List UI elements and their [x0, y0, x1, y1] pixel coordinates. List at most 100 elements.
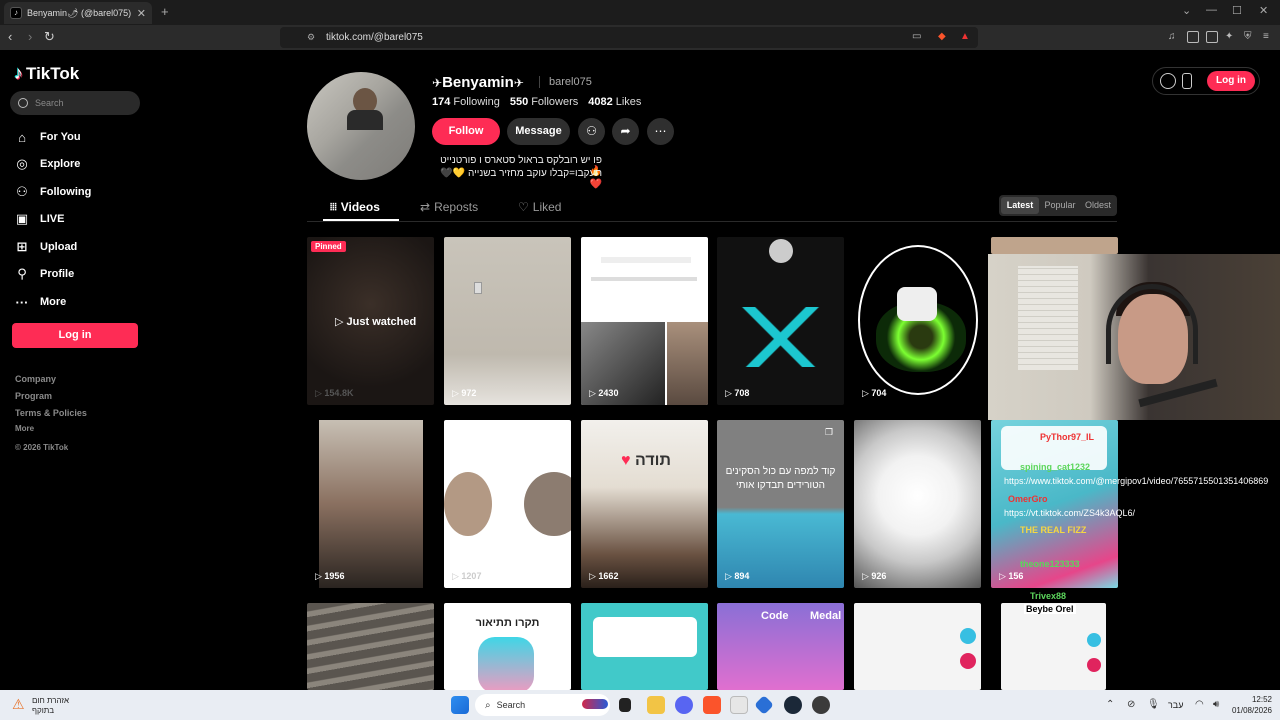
- windows-start-icon[interactable]: [451, 696, 469, 714]
- more-options-icon[interactable]: ⋯: [647, 118, 674, 145]
- dev-app-icon[interactable]: [754, 695, 774, 715]
- site-info-icon[interactable]: ⚙: [307, 32, 315, 43]
- close-window-icon[interactable]: ✕: [1259, 4, 1268, 17]
- nav-profile[interactable]: ⚲ Profile: [14, 266, 74, 282]
- chat-message: https://vt.tiktok.com/ZS4k3AQL6/: [1004, 508, 1136, 518]
- microphone-icon[interactable]: 🎙︎: [1147, 699, 1160, 710]
- menu-icon[interactable]: ≡: [1263, 31, 1269, 42]
- wallet-icon[interactable]: [1206, 31, 1218, 43]
- home-icon: ⌂: [18, 129, 26, 145]
- add-friend-icon[interactable]: ⚇: [578, 118, 605, 145]
- tabs-divider: [307, 221, 1117, 222]
- video-card[interactable]: ▷ 704: [854, 237, 981, 405]
- video-card[interactable]: קוד למפה עם כול הסקינים הטורידים תבדקו א…: [717, 420, 844, 588]
- video-card[interactable]: תודה ♥ ▷ 1662: [581, 420, 708, 588]
- language-indicator[interactable]: עבר: [1168, 700, 1183, 710]
- view-count: ▷ 2430: [589, 388, 619, 398]
- address-bar[interactable]: ⚙ tiktok.com/@barel075: [280, 27, 978, 48]
- footer-program-link[interactable]: Program: [15, 391, 52, 401]
- plus-square-icon: ⊞: [16, 239, 28, 254]
- terminal-icon[interactable]: [619, 698, 631, 712]
- video-card[interactable]: ▷ 926: [854, 420, 981, 588]
- video-caption: תודה ♥: [621, 452, 671, 469]
- leo-ai-icon[interactable]: ✦: [1225, 31, 1233, 42]
- browser-tab[interactable]: ♪ Benyamin🌶 (@barel075) | T ✕: [4, 2, 152, 24]
- video-card[interactable]: [991, 237, 1118, 254]
- nav-live[interactable]: ▣ LIVE: [14, 211, 65, 227]
- sidebar-login-button[interactable]: Log in: [12, 323, 138, 348]
- shoes-icon[interactable]: [582, 699, 608, 709]
- video-card[interactable]: Pinned ▷ Just watched ▷ 154.8K: [307, 237, 434, 405]
- nav-explore[interactable]: ◎ Explore: [14, 156, 80, 172]
- video-card[interactable]: [854, 603, 981, 690]
- chat-user: THE REAL FIZZ: [1020, 525, 1087, 535]
- discord-icon[interactable]: [675, 696, 693, 714]
- nav-more[interactable]: ··· More: [14, 294, 67, 310]
- back-icon[interactable]: ‹: [8, 29, 12, 44]
- steam-icon[interactable]: [784, 696, 802, 714]
- vpn-icon[interactable]: ⛨: [1244, 31, 1252, 42]
- followers-stat[interactable]: 550 Followers: [510, 96, 578, 108]
- nav-upload[interactable]: ⊞ Upload: [14, 239, 78, 255]
- nav-for-you[interactable]: ⌂ For You: [14, 129, 80, 145]
- brave-icon[interactable]: [703, 696, 721, 714]
- tab-search-icon[interactable]: ⌄: [1182, 4, 1191, 17]
- app-icon[interactable]: [730, 696, 748, 714]
- compass-icon[interactable]: [1160, 73, 1176, 89]
- chat-user: theone123333: [1020, 559, 1080, 569]
- video-card[interactable]: [1001, 603, 1106, 690]
- view-count: ▷ 1956: [315, 571, 345, 581]
- footer-company-link[interactable]: Company: [15, 374, 56, 384]
- reload-icon[interactable]: ↻: [44, 29, 55, 45]
- follow-button[interactable]: Follow: [432, 118, 500, 145]
- clock-time[interactable]: 12:52: [1236, 695, 1272, 704]
- forward-icon[interactable]: ›: [28, 29, 32, 44]
- video-card[interactable]: Code Medal: [717, 603, 844, 690]
- weather-warning-status[interactable]: בתוקף: [32, 706, 54, 715]
- phone-icon[interactable]: [1182, 73, 1192, 89]
- chevron-up-icon[interactable]: ⌃: [1106, 699, 1114, 710]
- weather-warning-title[interactable]: אזהרת חום: [32, 696, 69, 705]
- tab-videos[interactable]: ⦙⦙⦙ Videos: [330, 200, 380, 214]
- sidebar-toggle-icon[interactable]: [1187, 31, 1199, 43]
- sort-latest[interactable]: Latest: [1001, 197, 1039, 214]
- brave-rewards-icon[interactable]: ▲: [960, 31, 970, 42]
- search-input[interactable]: Search: [10, 91, 140, 115]
- video-card[interactable]: ▷ 1207: [444, 420, 571, 588]
- minimize-icon[interactable]: —: [1206, 4, 1217, 16]
- tab-liked[interactable]: ♡ Liked: [518, 200, 561, 214]
- likes-stat: 4082 Likes: [588, 96, 642, 108]
- footer-terms-link[interactable]: Terms & Policies: [15, 408, 87, 418]
- header-login-button[interactable]: Log in: [1207, 71, 1255, 91]
- tab-reposts[interactable]: ⇄ Reposts: [420, 200, 478, 214]
- message-button[interactable]: Message: [507, 118, 570, 145]
- new-tab-icon[interactable]: +: [161, 4, 169, 19]
- app-icon[interactable]: [812, 696, 830, 714]
- divider: [539, 76, 540, 88]
- close-tab-icon[interactable]: ✕: [137, 7, 146, 20]
- sort-oldest[interactable]: Oldest: [1079, 195, 1117, 216]
- following-stat[interactable]: 174 Following: [432, 96, 500, 108]
- footer-more-link[interactable]: More: [15, 424, 34, 433]
- tiktok-logo[interactable]: ♪ TikTok: [14, 63, 79, 84]
- video-card[interactable]: [307, 603, 434, 690]
- video-caption: Code: [761, 610, 789, 622]
- brave-shields-icon[interactable]: ◆: [938, 31, 946, 42]
- clock-date[interactable]: 01/08/2026: [1226, 706, 1272, 715]
- video-card[interactable]: ▷ 708: [717, 237, 844, 405]
- media-icon[interactable]: ♫: [1168, 31, 1176, 42]
- volume-icon[interactable]: 🔊︎: [1213, 699, 1219, 710]
- sort-popular[interactable]: Popular: [1041, 195, 1079, 216]
- video-card[interactable]: ▷ 1956: [307, 420, 434, 588]
- video-card[interactable]: ▷ 2430: [581, 237, 708, 405]
- video-card[interactable]: תקרו תתיאור: [444, 603, 571, 690]
- video-card[interactable]: ▷ 972: [444, 237, 571, 405]
- video-card[interactable]: [581, 603, 708, 690]
- cast-icon[interactable]: ▭: [912, 31, 921, 42]
- wifi-icon[interactable]: ◠: [1195, 699, 1204, 710]
- network-icon[interactable]: ⊘: [1127, 699, 1135, 710]
- maximize-icon[interactable]: ☐: [1232, 4, 1242, 17]
- file-explorer-icon[interactable]: [647, 696, 665, 714]
- nav-following[interactable]: ⚇ Following: [14, 184, 91, 200]
- share-icon[interactable]: ➦: [612, 118, 639, 145]
